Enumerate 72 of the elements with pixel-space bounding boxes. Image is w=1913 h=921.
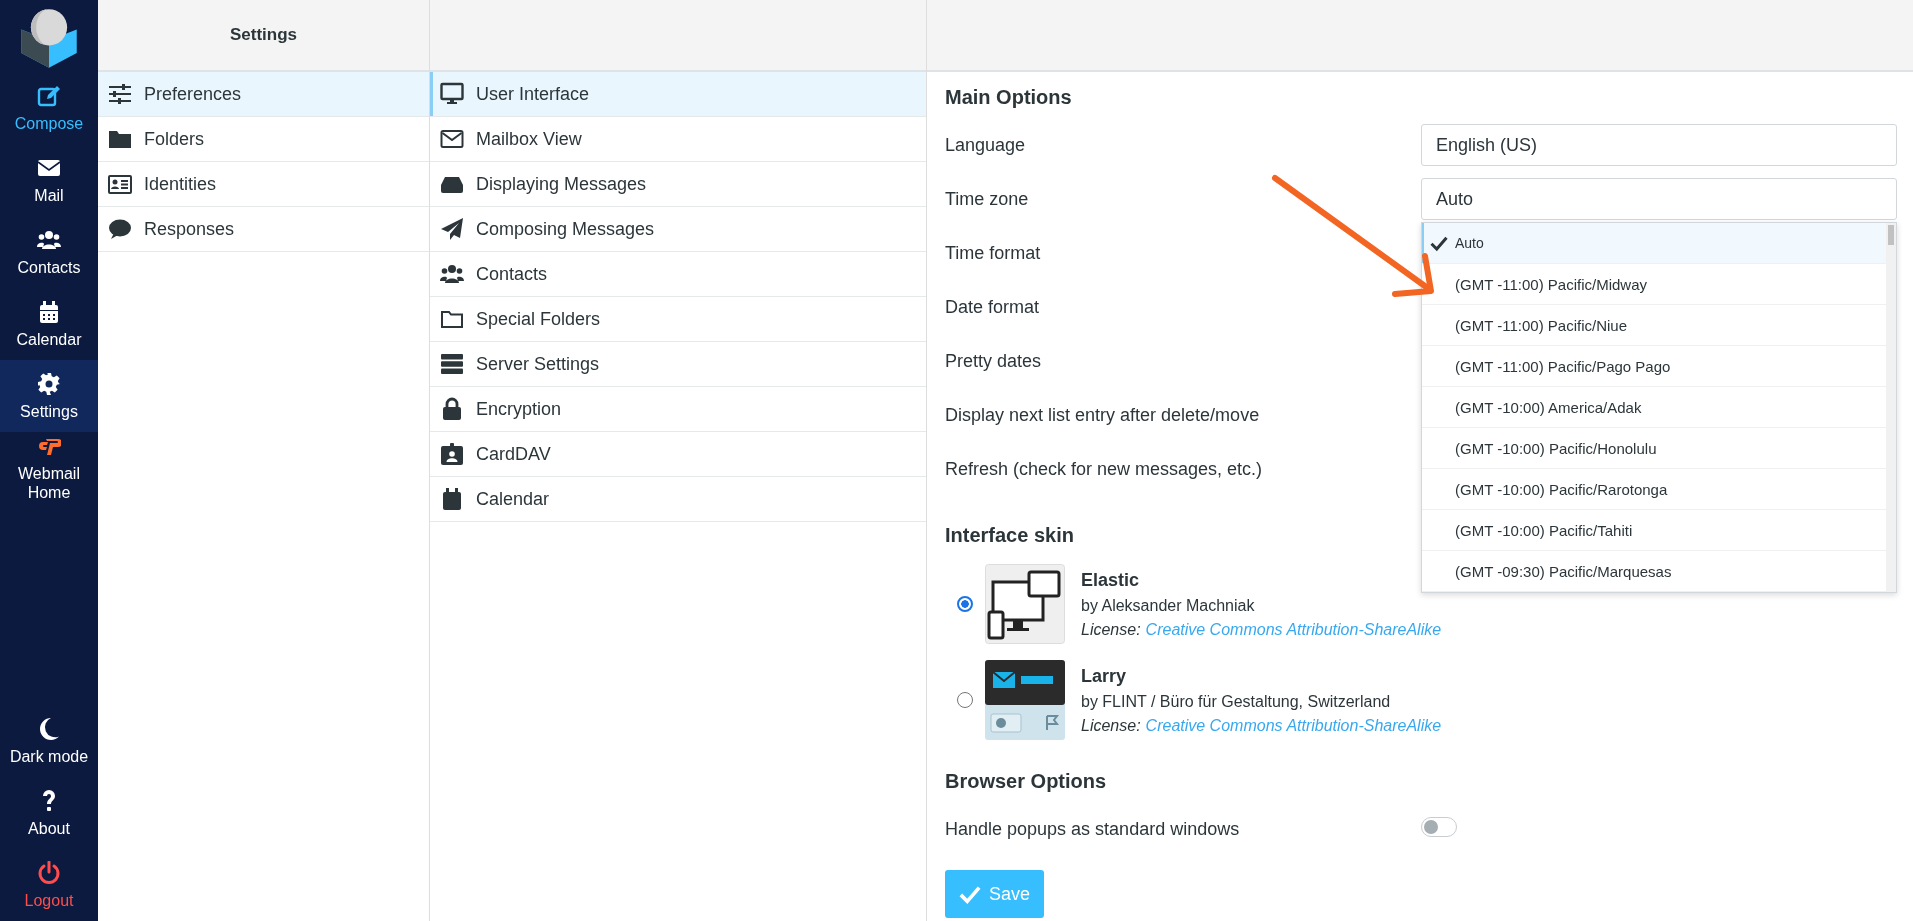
settings-list-item[interactable]: Preferences <box>98 72 429 117</box>
section-list-item[interactable]: Special Folders <box>430 297 926 342</box>
people-icon <box>440 262 464 286</box>
moon-icon <box>37 716 61 741</box>
section-title: Main Options <box>945 86 1072 110</box>
nav-item[interactable]: About <box>0 777 98 849</box>
speech-bubble-icon <box>108 217 132 241</box>
column-title: Settings <box>229 25 298 45</box>
section-list-item[interactable]: Composing Messages <box>430 207 926 252</box>
select-field[interactable]: Auto <box>1421 178 1897 220</box>
dropdown-option[interactable]: (GMT -11:00) Pacific/Pago Pago <box>1422 346 1886 387</box>
option-label: Handle popups as standard windows <box>945 818 1241 840</box>
section-list-item[interactable]: Displaying Messages <box>430 162 926 207</box>
section-list-item[interactable]: Encryption <box>430 387 926 432</box>
skin-name: Larry <box>1081 665 1128 687</box>
calendar-icon <box>440 487 464 511</box>
id-card-icon <box>108 172 132 196</box>
settings-list-item[interactable]: Responses <box>98 207 429 252</box>
section-list-item[interactable]: Mailbox View <box>430 117 926 162</box>
option-label: Date format <box>945 296 1041 318</box>
option-label: Display next list entry after delete/move <box>945 404 1261 426</box>
nav-item[interactable]: Dark mode <box>0 705 98 777</box>
section-list-item[interactable]: Contacts <box>430 252 926 297</box>
nav-item[interactable]: Logout <box>0 849 98 921</box>
toggle-switch[interactable] <box>1421 817 1457 837</box>
skin-author: by FLINT / Büro für Gestaltung, Switzerland <box>1081 692 1392 711</box>
license-label: License: <box>1081 620 1141 639</box>
dropdown-option[interactable]: (GMT -09:30) Pacific/Marquesas <box>1422 551 1886 592</box>
dropdown-option[interactable]: (GMT -10:00) Pacific/Honolulu <box>1422 428 1886 469</box>
option-label: Language <box>945 134 1027 156</box>
paper-plane-icon <box>440 217 464 241</box>
settings-list-item[interactable]: Folders <box>98 117 429 162</box>
section-list-item[interactable]: User Interface <box>430 72 926 117</box>
badge-icon <box>440 442 464 466</box>
dropdown-option[interactable]: Auto <box>1422 223 1886 264</box>
skin-author: by Aleksander Machniak <box>1081 596 1256 615</box>
nav-item[interactable]: Calendar <box>0 288 98 360</box>
nav-item[interactable]: Settings <box>0 360 98 432</box>
option-label: Time zone <box>945 188 1030 210</box>
scrollbar-thumb[interactable] <box>1888 225 1894 245</box>
server-icon <box>440 352 464 376</box>
power-icon <box>37 860 61 885</box>
lock-icon <box>440 397 464 421</box>
settings-icon <box>37 371 61 396</box>
envelope-icon <box>440 127 464 151</box>
option-label: Time format <box>945 242 1042 264</box>
section-list-item[interactable]: Calendar <box>430 477 926 522</box>
monitor-icon <box>440 82 464 106</box>
dropdown-option[interactable]: (GMT -10:00) America/Adak <box>1422 387 1886 428</box>
settings-list-item[interactable]: Identities <box>98 162 429 207</box>
sliders-icon <box>108 82 132 106</box>
calendar-icon <box>37 299 61 324</box>
nav-item[interactable]: Webmail Home <box>0 432 98 504</box>
nav-item[interactable]: Compose <box>0 72 98 144</box>
compose-icon <box>37 83 61 108</box>
nav-item[interactable]: Mail <box>0 144 98 216</box>
option-label: Pretty dates <box>945 350 1043 372</box>
option-label: Refresh (check for new messages, etc.) <box>945 458 1264 480</box>
license-label: License: <box>1081 716 1141 735</box>
select-field[interactable]: English (US) <box>1421 124 1897 166</box>
section-title: Interface skin <box>945 524 1074 548</box>
check-icon <box>1430 234 1448 252</box>
dropdown-option[interactable]: (GMT -10:00) Pacific/Tahiti <box>1422 510 1886 551</box>
section-list-item[interactable]: Server Settings <box>430 342 926 387</box>
dropdown-option[interactable]: (GMT -11:00) Pacific/Niue <box>1422 305 1886 346</box>
section-title: Browser Options <box>945 770 1107 794</box>
dropdown-option[interactable]: (GMT -10:00) Pacific/Rarotonga <box>1422 469 1886 510</box>
radio-button[interactable] <box>957 596 973 612</box>
dropdown-option[interactable]: (GMT -11:00) Pacific/Midway <box>1422 264 1886 305</box>
nav-item[interactable]: Contacts <box>0 216 98 288</box>
section-list-item[interactable]: CardDAV <box>430 432 926 477</box>
skin-name: Elastic <box>1081 569 1141 591</box>
